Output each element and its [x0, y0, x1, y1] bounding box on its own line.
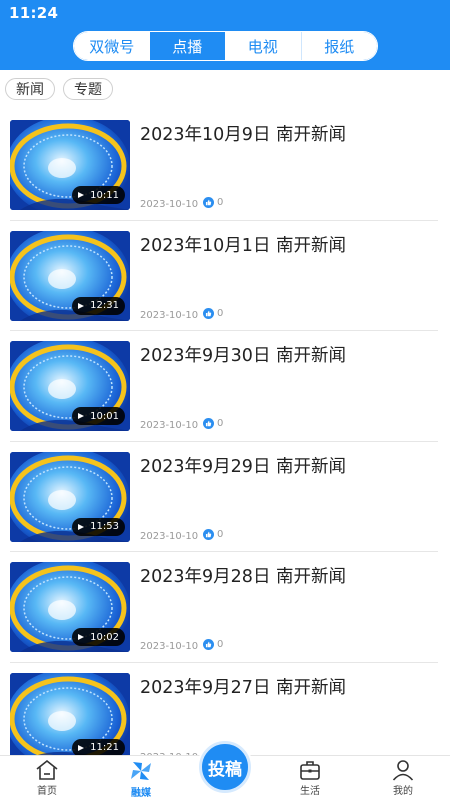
- tab-home[interactable]: 首页: [17, 756, 77, 800]
- pinwheel-icon: [131, 762, 151, 780]
- duration-badge: 10:02: [72, 628, 125, 646]
- tab-shuangweihao[interactable]: 双微号: [74, 32, 150, 60]
- publish-date: 2023-10-10: [140, 641, 199, 652]
- app-screen: 11:24 双微号 点播 电视 报纸 新闻 专题 10:11 2023年10月9…: [0, 0, 450, 800]
- video-thumbnail[interactable]: 10:01: [10, 341, 130, 431]
- tab-baozhi[interactable]: 报纸: [300, 32, 377, 60]
- duration-text: 10:01: [90, 410, 119, 422]
- media-type-switcher: 双微号 点播 电视 报纸: [73, 31, 378, 61]
- briefcase-icon: [300, 761, 320, 780]
- like-count[interactable]: 0: [203, 528, 224, 540]
- like-count-text: 0: [217, 418, 224, 429]
- thumbs-up-icon: [203, 307, 214, 319]
- like-count-text: 0: [217, 197, 224, 208]
- like-count[interactable]: 0: [203, 639, 223, 650]
- duration-text: 12:31: [90, 300, 119, 311]
- duration-badge: 11:21: [72, 738, 125, 756]
- like-count-text: 0: [217, 639, 224, 650]
- person-icon: [392, 760, 414, 781]
- tab-life-label: 生活: [300, 786, 320, 797]
- chip-special[interactable]: 专题: [63, 78, 113, 100]
- like-count-text: 0: [217, 307, 224, 319]
- video-thumbnail[interactable]: 10:11: [10, 120, 130, 210]
- tab-mine[interactable]: 我的: [373, 756, 433, 800]
- thumbs-up-icon: [203, 197, 214, 208]
- tab-mine-label: 我的: [393, 786, 413, 797]
- tab-home-label: 首页: [37, 786, 57, 797]
- duration-badge: 12:31: [72, 296, 125, 315]
- publish-date: 2023-10-10: [140, 309, 199, 321]
- video-title[interactable]: 2023年9月28日 南开新闻: [140, 563, 346, 588]
- publish-date: 2023-10-10: [140, 199, 199, 210]
- video-item[interactable]: 10:11 2023年10月9日 南开新闻 2023-10-10 0: [0, 110, 450, 221]
- video-item[interactable]: 12:31 2023年10月1日 南开新闻 2023-10-10 0: [0, 221, 450, 331]
- like-count[interactable]: 0: [203, 197, 223, 208]
- video-title[interactable]: 2023年9月27日 南开新闻: [140, 674, 346, 699]
- play-icon: [78, 192, 85, 198]
- video-title[interactable]: 2023年9月30日 南开新闻: [140, 342, 346, 367]
- chip-news[interactable]: 新闻: [5, 78, 55, 100]
- video-item[interactable]: 11:53 2023年9月29日 南开新闻 2023-10-10 0: [0, 442, 450, 552]
- thumbs-up-icon: [203, 418, 214, 429]
- video-thumbnail[interactable]: 10:02: [10, 562, 130, 652]
- duration-badge: 10:01: [72, 407, 125, 425]
- category-chips: 新闻 专题: [0, 78, 113, 100]
- like-count[interactable]: 0: [203, 418, 223, 429]
- like-count[interactable]: 0: [203, 307, 224, 319]
- like-count-text: 0: [217, 528, 224, 540]
- duration-badge: 11:53: [72, 517, 125, 536]
- tab-media[interactable]: 融媒: [111, 756, 171, 800]
- video-thumbnail[interactable]: 11:21: [10, 672, 130, 756]
- tab-life[interactable]: 生活: [280, 756, 340, 800]
- duration-text: 11:21: [90, 742, 119, 753]
- top-bar: 11:24 双微号 点播 电视 报纸: [0, 0, 450, 70]
- home-icon: [36, 759, 58, 780]
- duration-text: 11:53: [90, 521, 119, 532]
- thumbs-up-icon: [203, 528, 214, 540]
- video-list: 10:11 2023年10月9日 南开新闻 2023-10-10 0 12:31…: [0, 110, 450, 756]
- tab-dianshi[interactable]: 电视: [225, 32, 301, 60]
- status-time: 11:24: [9, 4, 59, 22]
- play-icon: [78, 302, 85, 309]
- play-icon: [78, 744, 85, 751]
- video-item[interactable]: 10:01 2023年9月30日 南开新闻 2023-10-10 0: [0, 331, 450, 442]
- video-thumbnail[interactable]: 11:53: [10, 451, 130, 542]
- thumbs-up-icon: [203, 639, 214, 650]
- video-title[interactable]: 2023年10月9日 南开新闻: [140, 121, 346, 146]
- video-thumbnail[interactable]: 12:31: [10, 230, 130, 321]
- play-icon: [78, 413, 85, 419]
- publish-date: 2023-10-10: [140, 420, 199, 431]
- duration-text: 10:02: [90, 631, 119, 643]
- video-title[interactable]: 2023年10月1日 南开新闻: [140, 232, 346, 257]
- video-title[interactable]: 2023年9月29日 南开新闻: [140, 453, 346, 478]
- tab-dianbo[interactable]: 点播: [149, 32, 225, 60]
- publish-date: 2023-10-10: [140, 530, 199, 542]
- play-icon: [78, 523, 85, 530]
- tab-media-label: 融媒: [131, 788, 151, 799]
- duration-badge: 10:11: [72, 186, 125, 204]
- video-item[interactable]: 10:02 2023年9月28日 南开新闻 2023-10-10 0: [0, 552, 450, 663]
- submit-button[interactable]: 投稿: [199, 741, 251, 793]
- duration-text: 10:11: [90, 189, 119, 201]
- play-icon: [78, 634, 85, 640]
